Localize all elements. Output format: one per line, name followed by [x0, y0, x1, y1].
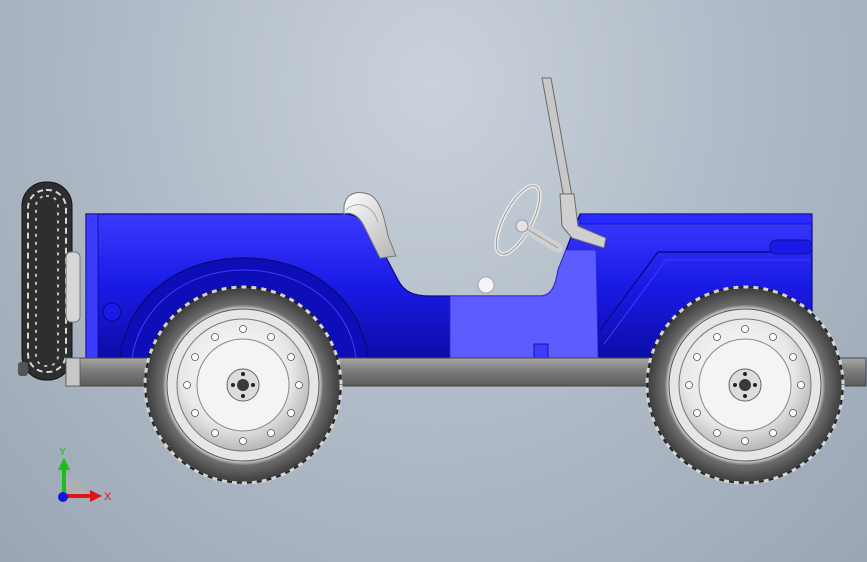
jeep-model-view[interactable]: Y X — [0, 0, 867, 562]
rear-wheel — [143, 285, 343, 485]
triad-z-axis-dot — [58, 492, 68, 502]
triad-y-label: Y — [59, 446, 67, 458]
triad-x-label: X — [104, 491, 112, 503]
coordinate-triad[interactable]: Y X — [58, 446, 112, 503]
spare-tire — [18, 181, 81, 381]
triad-x-arrow-icon — [90, 490, 102, 502]
shift-knob — [477, 276, 495, 294]
triad-y-arrow-icon — [58, 458, 70, 470]
steering-wheel — [494, 183, 563, 257]
front-wheel — [645, 285, 845, 485]
cad-viewport[interactable]: Y X — [0, 0, 867, 562]
